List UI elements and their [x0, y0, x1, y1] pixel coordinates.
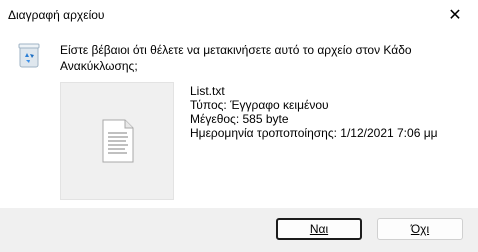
message-line-2: Ανακύκλωσης;	[60, 59, 138, 73]
file-size: Μέγεθος: 585 byte	[190, 112, 289, 126]
close-icon: ✕	[448, 7, 462, 24]
recycle-bin-icon	[18, 42, 40, 68]
window-title: Διαγραφή αρχείου	[8, 8, 105, 22]
text-document-icon	[101, 119, 135, 163]
message-line-1: Είστε βέβαιοι ότι θέλετε να μετακινήσετε…	[60, 43, 412, 57]
file-modified: Ημερομηνία τροποποίησης: 1/12/2021 7:06 …	[190, 126, 438, 140]
file-thumbnail	[60, 82, 174, 200]
yes-button[interactable]: Ναι	[276, 218, 362, 240]
yes-button-label: Ναι	[309, 222, 329, 236]
title-bar: Διαγραφή αρχείου ✕	[0, 0, 478, 30]
no-button-label: Όχι	[410, 222, 430, 236]
dialog-footer: Ναι Όχι	[0, 208, 478, 252]
no-button[interactable]: Όχι	[377, 218, 463, 240]
confirmation-message: Είστε βέβαιοι ότι θέλετε να μετακινήσετε…	[60, 42, 460, 74]
file-type: Τύπος: Έγγραφο κειμένου	[190, 98, 329, 112]
file-details: List.txt Τύπος: Έγγραφο κειμένου Μέγεθος…	[190, 84, 438, 140]
file-name: List.txt	[190, 84, 225, 98]
close-button[interactable]: ✕	[432, 0, 478, 30]
